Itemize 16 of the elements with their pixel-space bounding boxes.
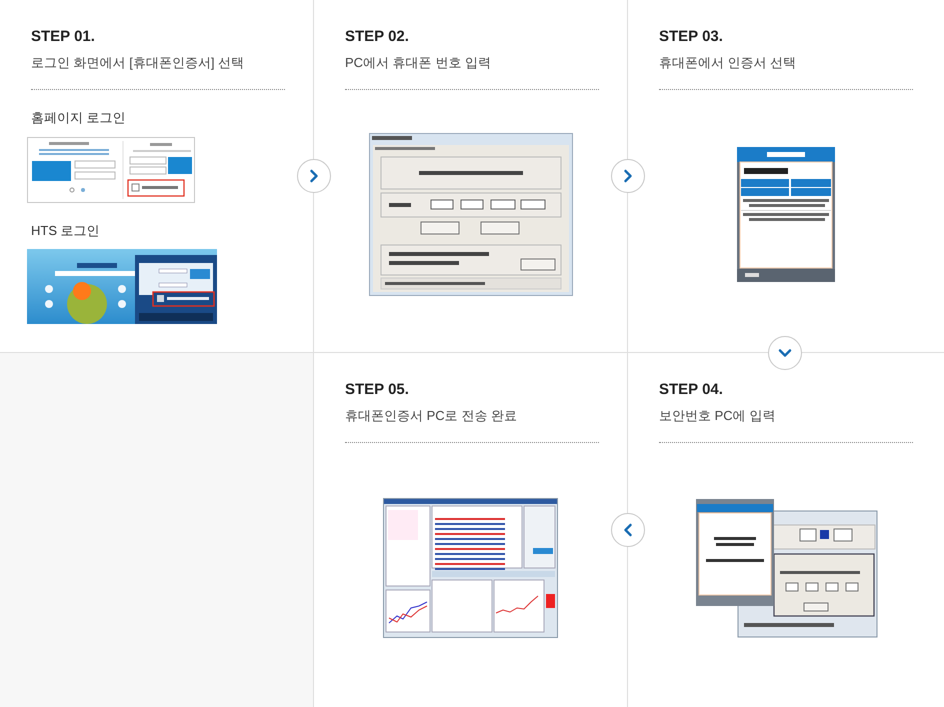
step-number: STEP 03.: [659, 27, 724, 47]
step-title: 휴대폰인증서 PC로 전송 완료: [345, 407, 518, 425]
chevron-down-icon: [768, 336, 802, 370]
step-number: STEP 04.: [659, 380, 724, 400]
step-title: PC에서 휴대폰 번호 입력: [345, 54, 492, 72]
step-title: 로그인 화면에서 [휴대폰인증서] 선택: [31, 54, 246, 72]
step-number: STEP 01.: [31, 27, 96, 47]
chevron-left-icon: [611, 513, 645, 547]
step-number: STEP 02.: [345, 27, 410, 47]
step-title: 보안번호 PC에 입력: [659, 407, 776, 425]
step-number: STEP 05.: [345, 380, 410, 400]
section-label: HTS 로그인: [31, 222, 101, 240]
chevron-right-icon: [297, 159, 331, 193]
step-title: 휴대폰에서 인증서 선택: [659, 54, 798, 72]
section-label: 홈페이지 로그인: [31, 109, 127, 127]
chevron-right-icon: [611, 159, 645, 193]
